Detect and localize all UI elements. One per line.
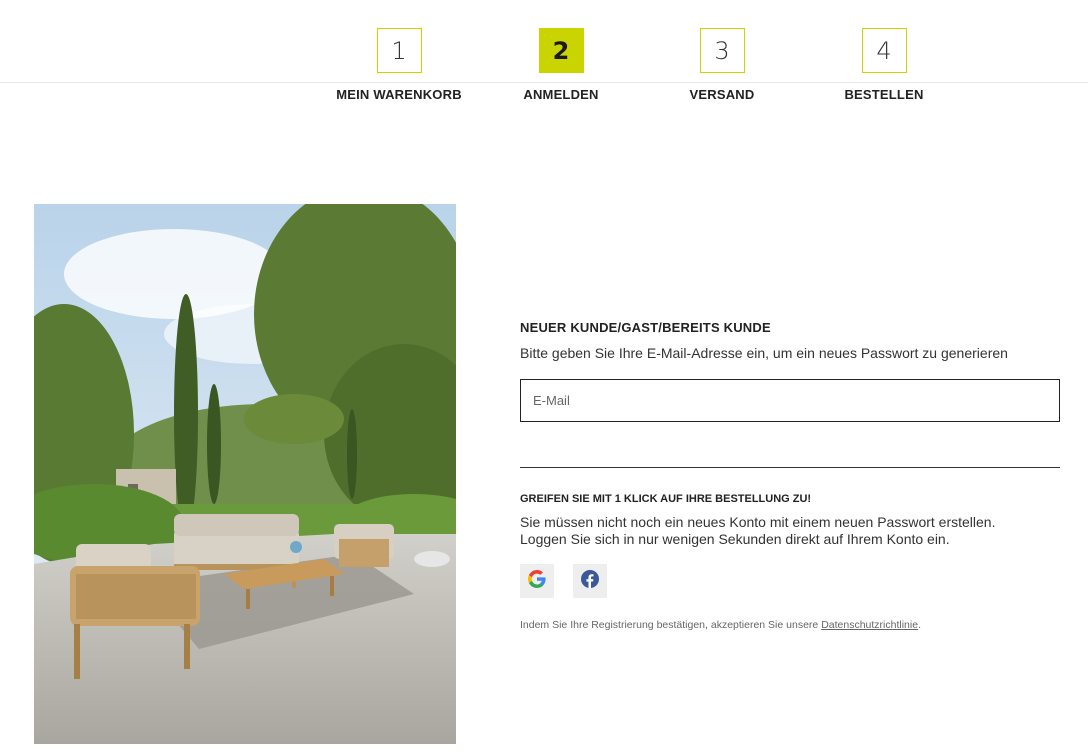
social-login-line-2: Loggen Sie sich in nur wenigen Sekunden … <box>520 531 950 547</box>
step-number: 3 <box>699 28 745 73</box>
checkout-step-login[interactable]: 2 ANMELDEN <box>491 28 631 102</box>
social-login-text: Sie müssen nicht noch ein neues Konto mi… <box>520 514 1080 548</box>
login-title: NEUER KUNDE/GAST/BEREITS KUNDE <box>520 320 771 335</box>
step-number: 2 <box>538 28 584 73</box>
email-field[interactable] <box>520 379 1060 422</box>
step-label: MEIN WARENKORB <box>336 87 462 102</box>
checkout-step-shipping[interactable]: 3 VERSAND <box>652 28 792 102</box>
garden-furniture-image <box>34 204 456 744</box>
checkout-step-order[interactable]: 4 BESTELLEN <box>814 28 954 102</box>
login-subtitle: Bitte geben Sie Ihre E-Mail-Adresse ein,… <box>520 345 1008 361</box>
facebook-icon <box>581 569 599 593</box>
section-divider <box>520 467 1060 468</box>
social-login-line-1: Sie müssen nicht noch ein neues Konto mi… <box>520 514 996 530</box>
step-label: ANMELDEN <box>523 87 599 102</box>
facebook-login-button[interactable] <box>573 564 607 598</box>
step-number: 4 <box>861 28 907 73</box>
step-label: VERSAND <box>689 87 755 102</box>
legal-notice: Indem Sie Ihre Registrierung bestätigen,… <box>520 619 921 631</box>
google-icon <box>528 569 546 593</box>
privacy-policy-link[interactable]: Datenschutzrichtlinie <box>821 619 918 631</box>
legal-text: Indem Sie Ihre Registrierung bestätigen,… <box>520 619 822 631</box>
social-login-title: GREIFEN SIE MIT 1 KLICK AUF IHRE BESTELL… <box>520 493 812 505</box>
checkout-step-cart[interactable]: 1 MEIN WARENKORB <box>329 28 469 102</box>
step-label: BESTELLEN <box>844 87 924 102</box>
legal-suffix: . <box>918 619 921 631</box>
google-login-button[interactable] <box>520 564 554 598</box>
step-number: 1 <box>376 28 422 73</box>
